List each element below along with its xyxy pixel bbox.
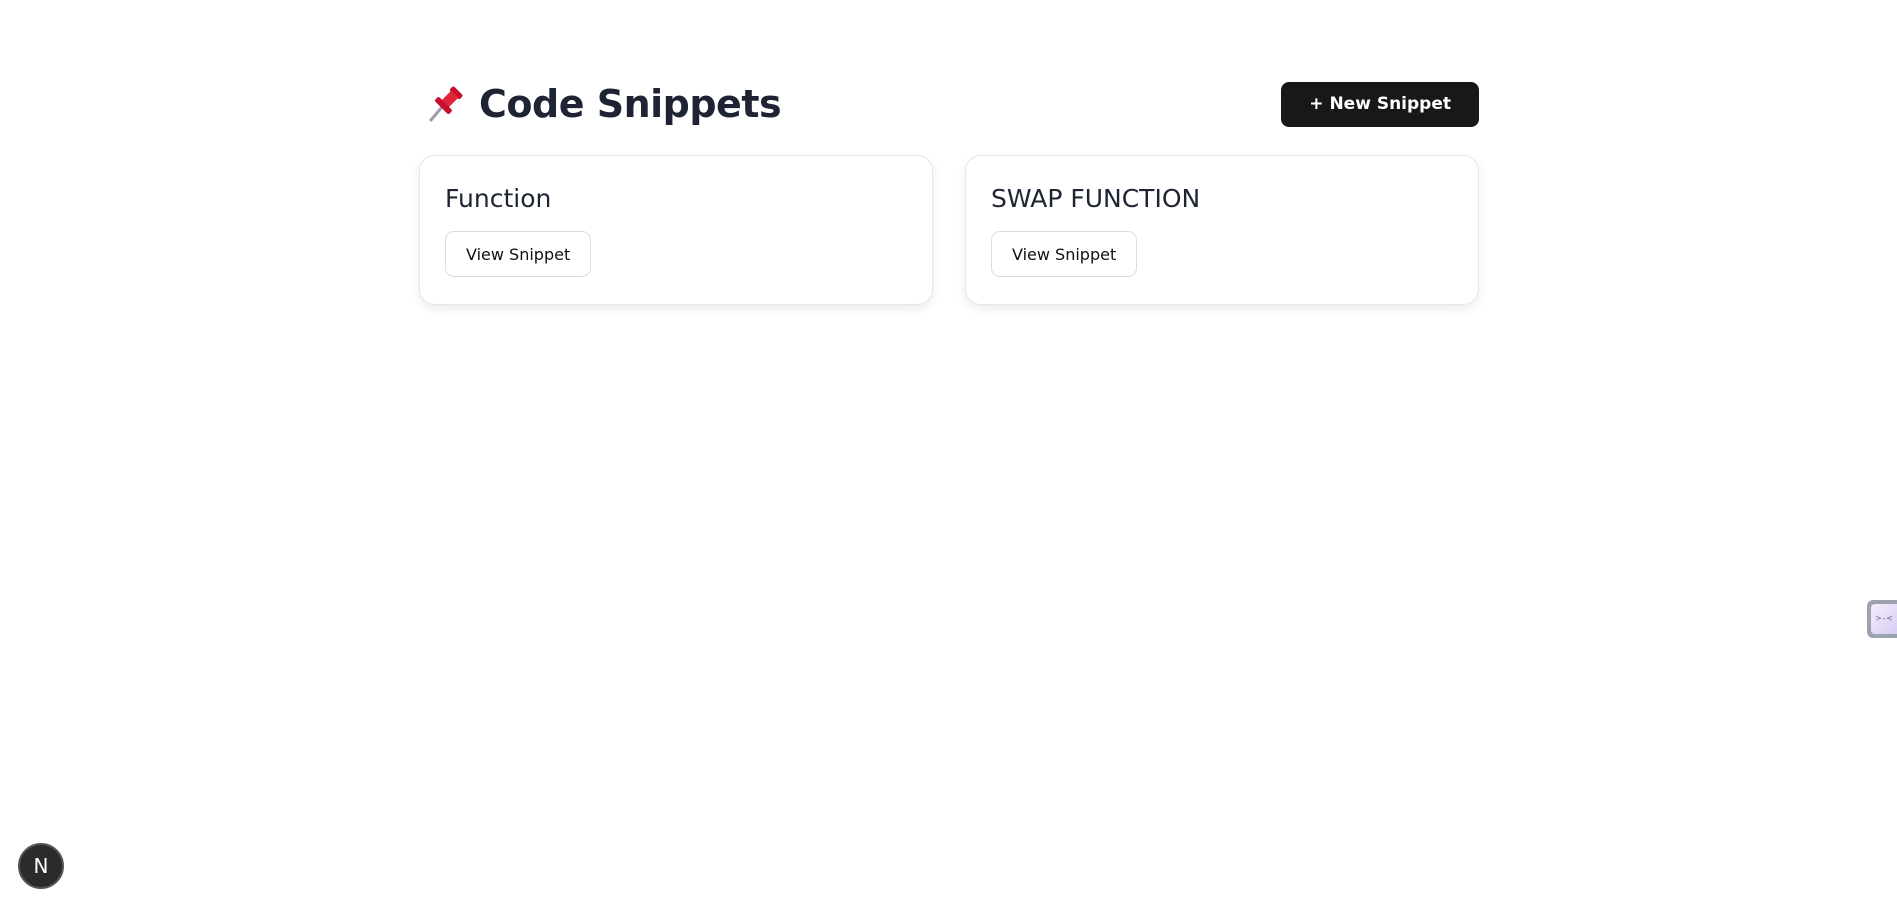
page: Code Snippets + New Snippet Function Vie…	[0, 0, 1897, 902]
nextjs-logo-icon[interactable]: N	[18, 843, 64, 889]
header: Code Snippets + New Snippet	[419, 80, 1479, 128]
devtools-widget-icon[interactable]: >-<	[1867, 600, 1897, 638]
view-snippet-button[interactable]: View Snippet	[445, 231, 592, 277]
side-widget-label: >-<	[1871, 604, 1897, 634]
view-snippet-button[interactable]: View Snippet	[991, 231, 1138, 277]
snippet-list: Function View Snippet SWAP FUNCTION View…	[419, 155, 1479, 305]
dev-badge-label: N	[33, 854, 49, 878]
snippet-card: SWAP FUNCTION View Snippet	[965, 155, 1479, 305]
main-container: Code Snippets + New Snippet Function Vie…	[419, 80, 1479, 305]
title-wrap: Code Snippets	[425, 82, 782, 126]
page-title: Code Snippets	[479, 82, 782, 126]
new-snippet-button[interactable]: + New Snippet	[1281, 81, 1479, 127]
snippet-title: Function	[445, 184, 552, 213]
pushpin-icon	[425, 84, 465, 124]
snippet-title: SWAP FUNCTION	[991, 184, 1201, 213]
snippet-card: Function View Snippet	[419, 155, 933, 305]
